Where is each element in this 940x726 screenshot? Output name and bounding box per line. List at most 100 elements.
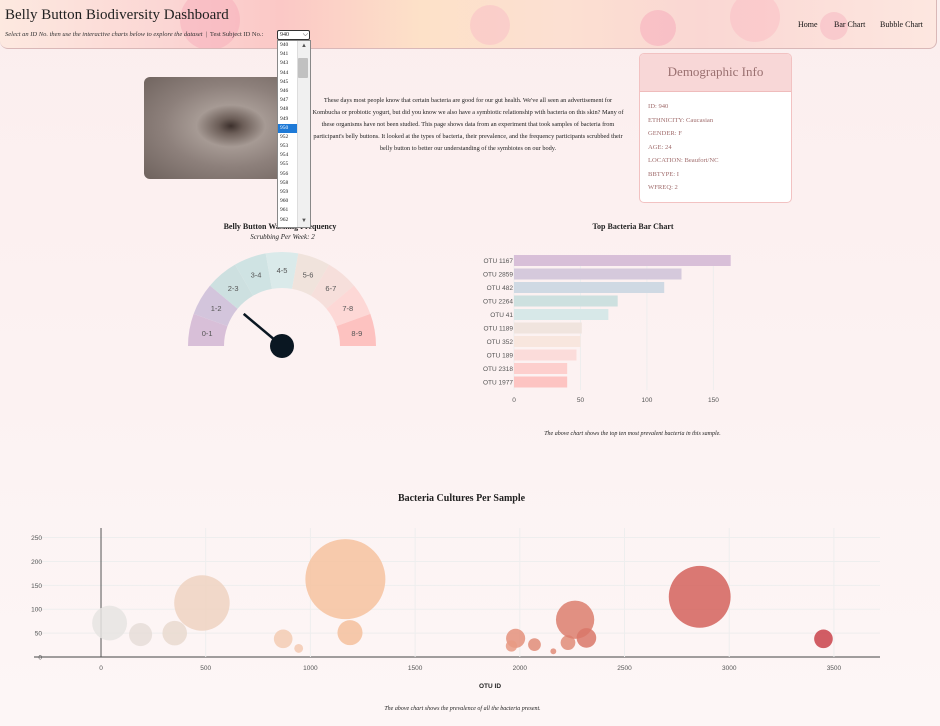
bar-category-label: OTU 41: [490, 312, 513, 319]
bubble-mark[interactable]: [305, 539, 386, 620]
dropdown-option[interactable]: 950: [278, 123, 298, 133]
decor-bokeh: [640, 10, 676, 46]
bubble-mark[interactable]: [576, 628, 597, 648]
bubble-mark[interactable]: [273, 629, 293, 649]
bubble-x-tick-label: 3500: [827, 665, 842, 672]
gauge-hub: [270, 334, 294, 358]
gauge-segment-label: 3-4: [251, 271, 262, 280]
decor-bokeh: [470, 5, 510, 45]
bar-category-label: OTU 482: [487, 285, 514, 292]
instruction-line: Select an ID No. then use the interactiv…: [5, 31, 263, 38]
demographic-info-title: Demographic Info: [640, 54, 791, 92]
bubble-y-tick-label: 50: [35, 631, 43, 638]
scroll-up-icon[interactable]: ▲: [301, 42, 307, 51]
dropdown-option[interactable]: 943: [278, 59, 298, 68]
bubble-x-tick-label: 3000: [722, 665, 737, 672]
selected-id-value: 940: [280, 32, 289, 38]
dropdown-option[interactable]: 944: [278, 69, 298, 78]
dropdown-option[interactable]: 941: [278, 50, 298, 59]
bubble-mark[interactable]: [814, 629, 833, 649]
belly-button-image: [144, 77, 284, 179]
bar-mark[interactable]: [514, 349, 577, 361]
bubble-mark[interactable]: [294, 643, 304, 653]
dropdown-option[interactable]: 946: [278, 87, 298, 96]
bar-category-label: OTU 1977: [483, 380, 513, 387]
bubble-mark[interactable]: [162, 620, 187, 646]
gauge-segment-label: 8-9: [351, 329, 362, 338]
gauge-segment-label: 7-8: [342, 304, 353, 313]
bar-mark[interactable]: [514, 295, 618, 307]
dropdown-option[interactable]: 958: [278, 179, 298, 188]
gauge-subtitle: Scrubbing Per Week: 2: [250, 233, 315, 241]
bubble-mark[interactable]: [668, 565, 731, 628]
bar-x-tick-label: 0: [512, 397, 516, 404]
demographic-row: ID: 940: [648, 103, 669, 110]
bubble-y-tick-label: 250: [31, 535, 42, 542]
dropdown-option[interactable]: 960: [278, 197, 298, 206]
gauge-segment-label: 5-6: [303, 271, 314, 280]
bubble-mark[interactable]: [528, 638, 541, 651]
bar-mark[interactable]: [514, 268, 682, 280]
demographic-info-panel: Demographic Info ID: 940 ETHNICITY: Cauca…: [639, 53, 792, 203]
bar-mark[interactable]: [514, 282, 665, 293]
bar-category-label: OTU 352: [487, 339, 514, 346]
dropdown-option[interactable]: 956: [278, 170, 298, 179]
bubble-mark[interactable]: [550, 648, 557, 655]
intro-paragraph: These days most people know that certain…: [312, 97, 624, 152]
demographic-row: AGE: 24: [648, 143, 672, 151]
bubble-x-axis-label: OTU ID: [479, 683, 501, 690]
subject-id-select[interactable]: 940 ⌵: [277, 30, 310, 40]
dropdown-option[interactable]: 962: [278, 216, 298, 225]
bar-mark[interactable]: [514, 336, 581, 347]
bar-mark[interactable]: [514, 309, 609, 320]
gauge-segment-label: 4-5: [277, 266, 288, 275]
bar-x-tick-label: 100: [642, 397, 653, 404]
nav-bar-chart-link[interactable]: Bar Chart: [834, 20, 865, 29]
dropdown-option[interactable]: 953: [278, 142, 298, 151]
nav-bubble-chart-link[interactable]: Bubble Chart: [880, 20, 923, 29]
demographic-row: ETHNICITY: Caucasian: [648, 116, 714, 124]
separator: |: [205, 31, 207, 38]
scrollbar-thumb[interactable]: [298, 58, 308, 78]
bacteria-bubble-chart: 0501001502002500 500 1000 1500 2000 2500 3000 3…: [31, 528, 880, 690]
bar-category-label: OTU 189: [487, 353, 514, 360]
bubble-x-tick-label: 1500: [408, 665, 423, 672]
dropdown-option[interactable]: 949: [278, 115, 298, 124]
dropdown-option[interactable]: 959: [278, 188, 298, 197]
bar-mark[interactable]: [514, 322, 582, 334]
dropdown-option[interactable]: 940: [278, 41, 298, 50]
bar-mark[interactable]: [514, 255, 731, 266]
bubble-mark[interactable]: [505, 640, 518, 652]
instruction-text: Select an ID No. then use the interactiv…: [5, 31, 203, 38]
bar-mark[interactable]: [514, 363, 568, 374]
demographic-row: LOCATION: Beaufort/NC: [648, 157, 719, 164]
dropdown-option[interactable]: 948: [278, 105, 298, 114]
scroll-down-icon[interactable]: ▼: [301, 217, 307, 226]
dropdown-scrollbar[interactable]: ▲ ▼: [297, 41, 310, 227]
bubble-y-tick-label: 200: [31, 559, 42, 566]
header-banner: Belly Button Biodiversity Dashboard Sele…: [0, 0, 937, 49]
subject-id-dropdown-list[interactable]: 940 941 943 944 945 946 947 948 949 950 952 953 954 9…: [277, 40, 311, 228]
demographic-row: BBTYPE: I: [648, 170, 679, 178]
bubble-mark[interactable]: [174, 575, 230, 631]
bubble-mark[interactable]: [129, 623, 153, 647]
bar-category-label: OTU 1189: [483, 326, 513, 333]
bubble-x-tick-label: 500: [200, 665, 211, 672]
nav-home-link[interactable]: Home: [798, 20, 818, 29]
bar-chart-title: Top Bacteria Bar Chart: [592, 222, 674, 231]
bubble-mark[interactable]: [92, 605, 128, 641]
dropdown-option[interactable]: 961: [278, 206, 298, 215]
dropdown-option[interactable]: 954: [278, 151, 298, 160]
demographic-row: GENDER: F: [648, 130, 682, 137]
bubble-x-tick-label: 2000: [513, 665, 528, 672]
bar-x-tick-label: 150: [708, 397, 719, 404]
bar-category-label: OTU 1167: [483, 258, 513, 265]
bubble-mark[interactable]: [337, 620, 363, 646]
dropdown-option[interactable]: 945: [278, 78, 298, 87]
dropdown-option[interactable]: 947: [278, 96, 298, 105]
gauge-segment-label: 6-7: [325, 284, 336, 293]
dropdown-option[interactable]: 955: [278, 160, 298, 169]
bar-mark[interactable]: [514, 376, 568, 388]
dropdown-option[interactable]: 952: [278, 133, 298, 142]
bubble-chart-title: Bacteria Cultures Per Sample: [397, 493, 526, 504]
